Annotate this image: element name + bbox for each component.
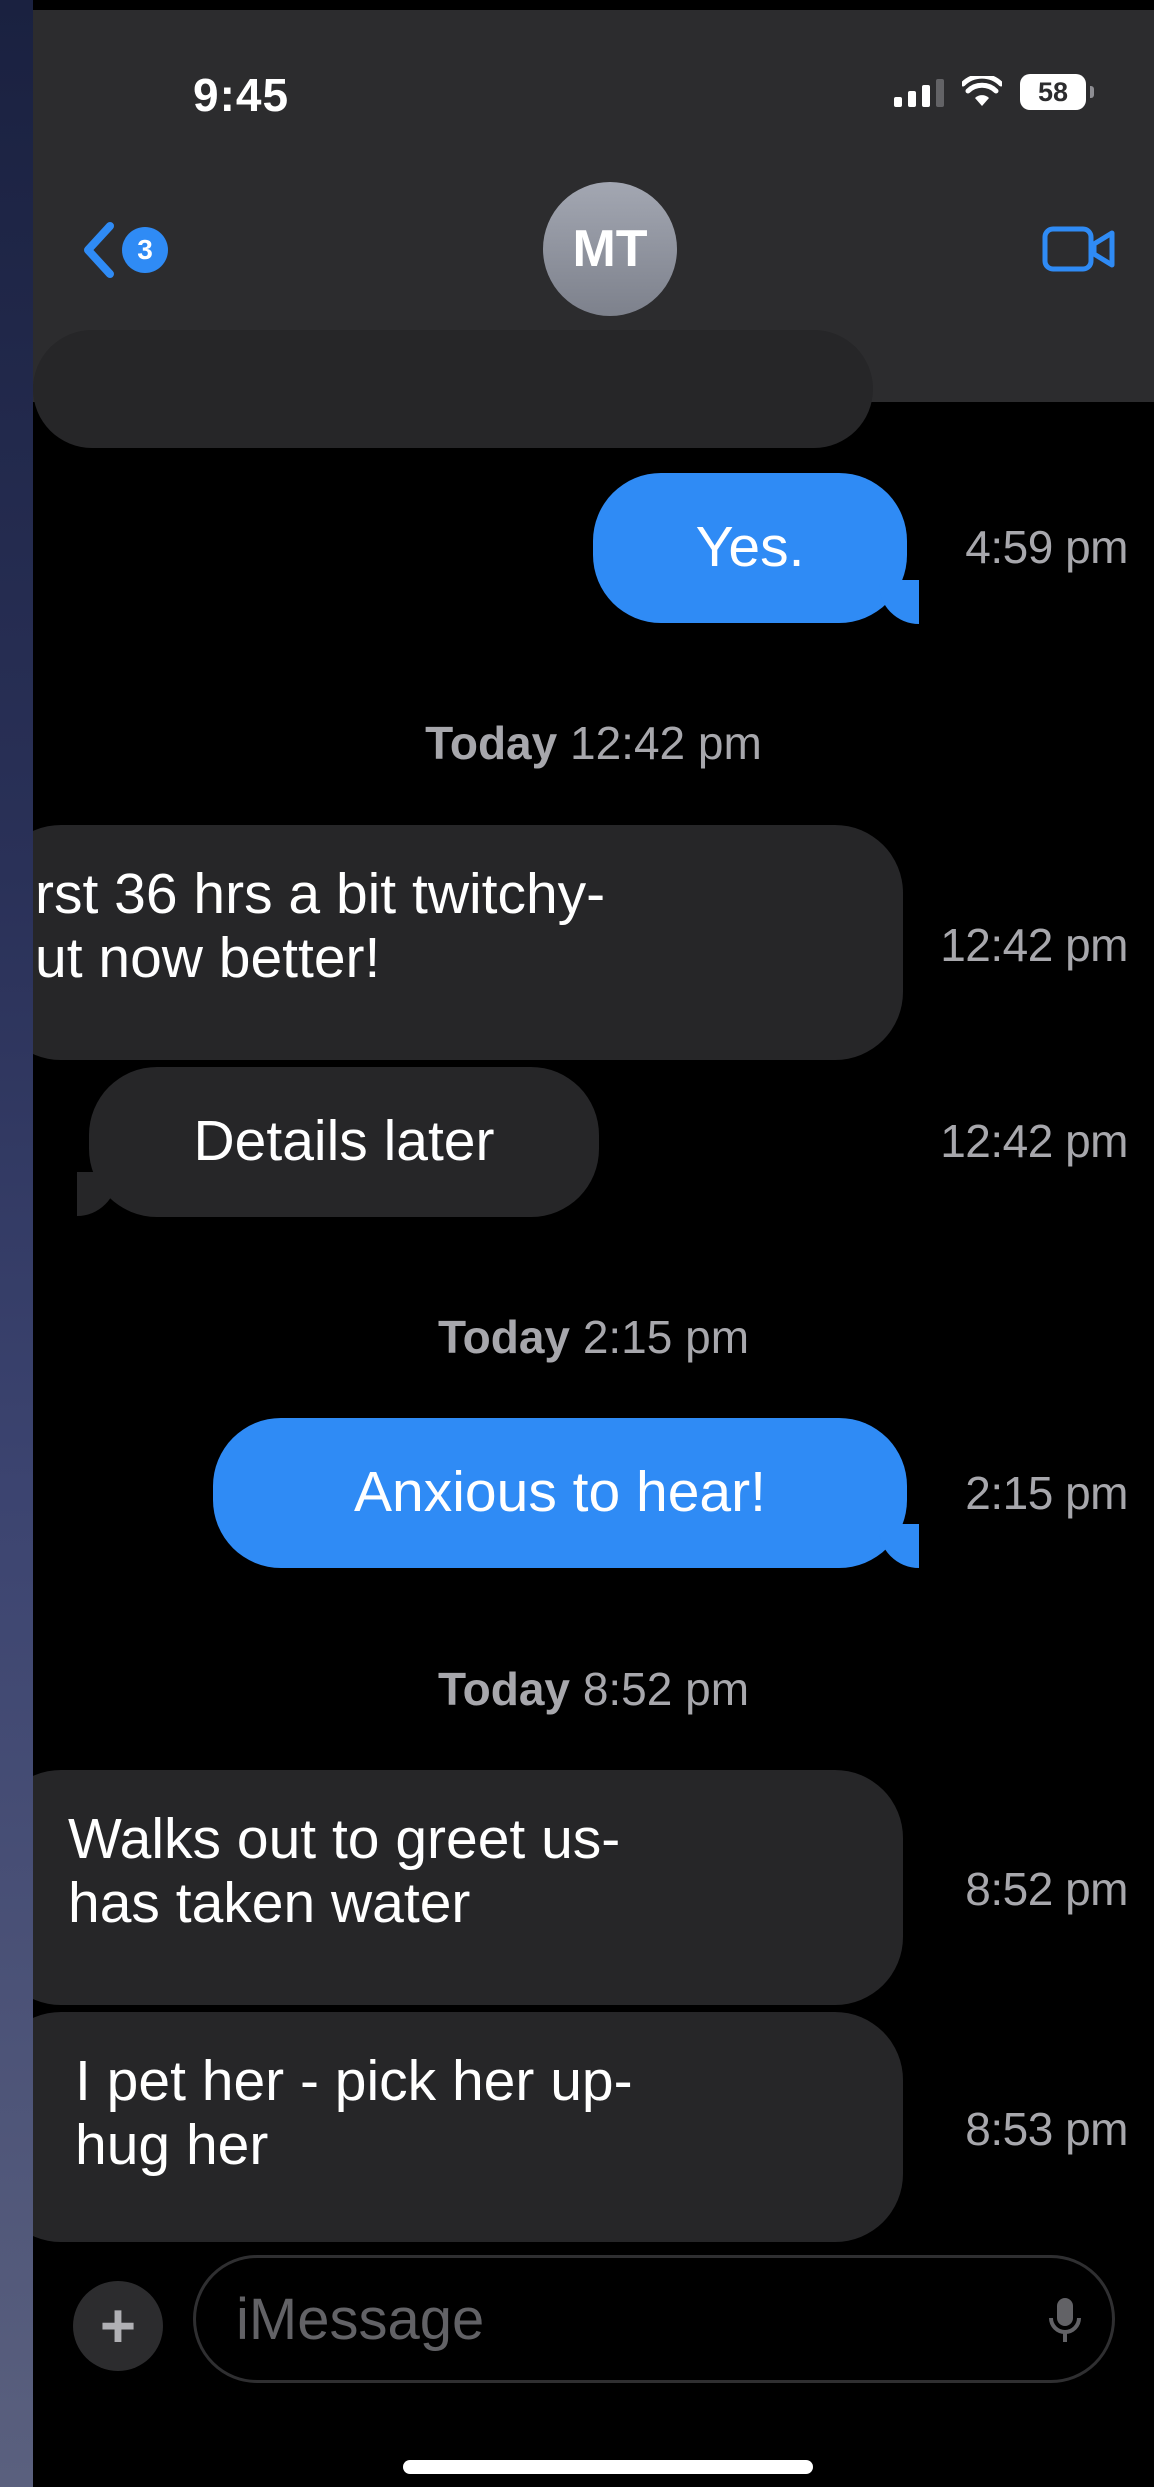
message-text: Yes. (695, 515, 805, 580)
message-bubble-incoming[interactable]: rst 36 hrs a bit twitchy- ut now better! (33, 825, 903, 1060)
unread-badge: 3 (122, 227, 168, 273)
cellular-signal-icon (894, 77, 944, 107)
messages-screen: 9:45 58 3 MT Maureen› (33, 0, 1154, 2487)
divider-time: 12:42 pm (570, 717, 762, 769)
divider-time: 2:15 pm (582, 1311, 750, 1363)
date-divider: Today 8:52 pm (33, 1662, 1154, 1716)
apps-plus-button[interactable]: + (73, 2281, 163, 2371)
message-line: I pet her - pick her up- (75, 2049, 633, 2113)
contact-avatar[interactable]: MT (543, 182, 677, 316)
divider-day: Today (437, 1311, 571, 1363)
video-camera-icon[interactable] (1042, 224, 1116, 274)
message-timestamp: 12:42 pm (940, 919, 1128, 971)
message-timestamp: 2:15 pm (965, 1467, 1128, 1519)
home-indicator[interactable] (403, 2460, 813, 2474)
message-bubble-incoming[interactable]: Walks out to greet us- has taken water (33, 1770, 903, 2005)
message-line: rst 36 hrs a bit twitchy- (35, 862, 606, 926)
wifi-icon (962, 76, 1002, 106)
divider-time: 8:52 pm (582, 1663, 750, 1715)
message-timestamp: 8:53 pm (965, 2103, 1128, 2155)
bubble-tail (77, 1172, 117, 1216)
status-time: 9:45 (193, 69, 290, 121)
message-line: ut now better! (35, 925, 381, 990)
message-bubble-incoming[interactable]: Details later (89, 1067, 599, 1217)
chevron-left-icon (84, 222, 114, 278)
status-icons: 58 (894, 74, 1094, 110)
message-input[interactable] (234, 2284, 998, 2354)
message-timestamp: 12:42 pm (940, 1115, 1128, 1167)
battery-icon: 58 (1020, 74, 1086, 110)
microphone-icon[interactable] (1048, 2296, 1082, 2346)
message-bubble-outgoing[interactable]: Anxious to hear! (213, 1418, 907, 1568)
bubble-tail (879, 1524, 919, 1568)
bubble-tail (879, 580, 919, 624)
message-timestamp: 4:59 pm (965, 521, 1128, 573)
date-divider: Today 12:42 pm (33, 716, 1154, 770)
divider-day: Today (425, 717, 558, 769)
message-text: Details later (193, 1109, 495, 1174)
message-text: Anxious to hear! (354, 1460, 766, 1525)
message-bubble-incoming[interactable]: I pet her - pick her up- hug her (33, 2012, 903, 2242)
message-line: has taken water (68, 1870, 471, 1935)
message-line: Walks out to greet us- (68, 1807, 621, 1871)
message-line: hug her (75, 2112, 269, 2177)
date-divider: Today 2:15 pm (33, 1310, 1154, 1364)
desktop-backdrop (0, 0, 36, 2487)
battery-nub (1090, 86, 1094, 98)
message-input-field[interactable] (193, 2255, 1115, 2383)
divider-day: Today (437, 1663, 571, 1715)
message-timestamp: 8:52 pm (965, 1863, 1128, 1915)
message-bubble-outgoing[interactable]: Yes. (593, 473, 907, 623)
previous-message-bubble (33, 330, 873, 448)
back-button[interactable]: 3 (78, 220, 168, 280)
